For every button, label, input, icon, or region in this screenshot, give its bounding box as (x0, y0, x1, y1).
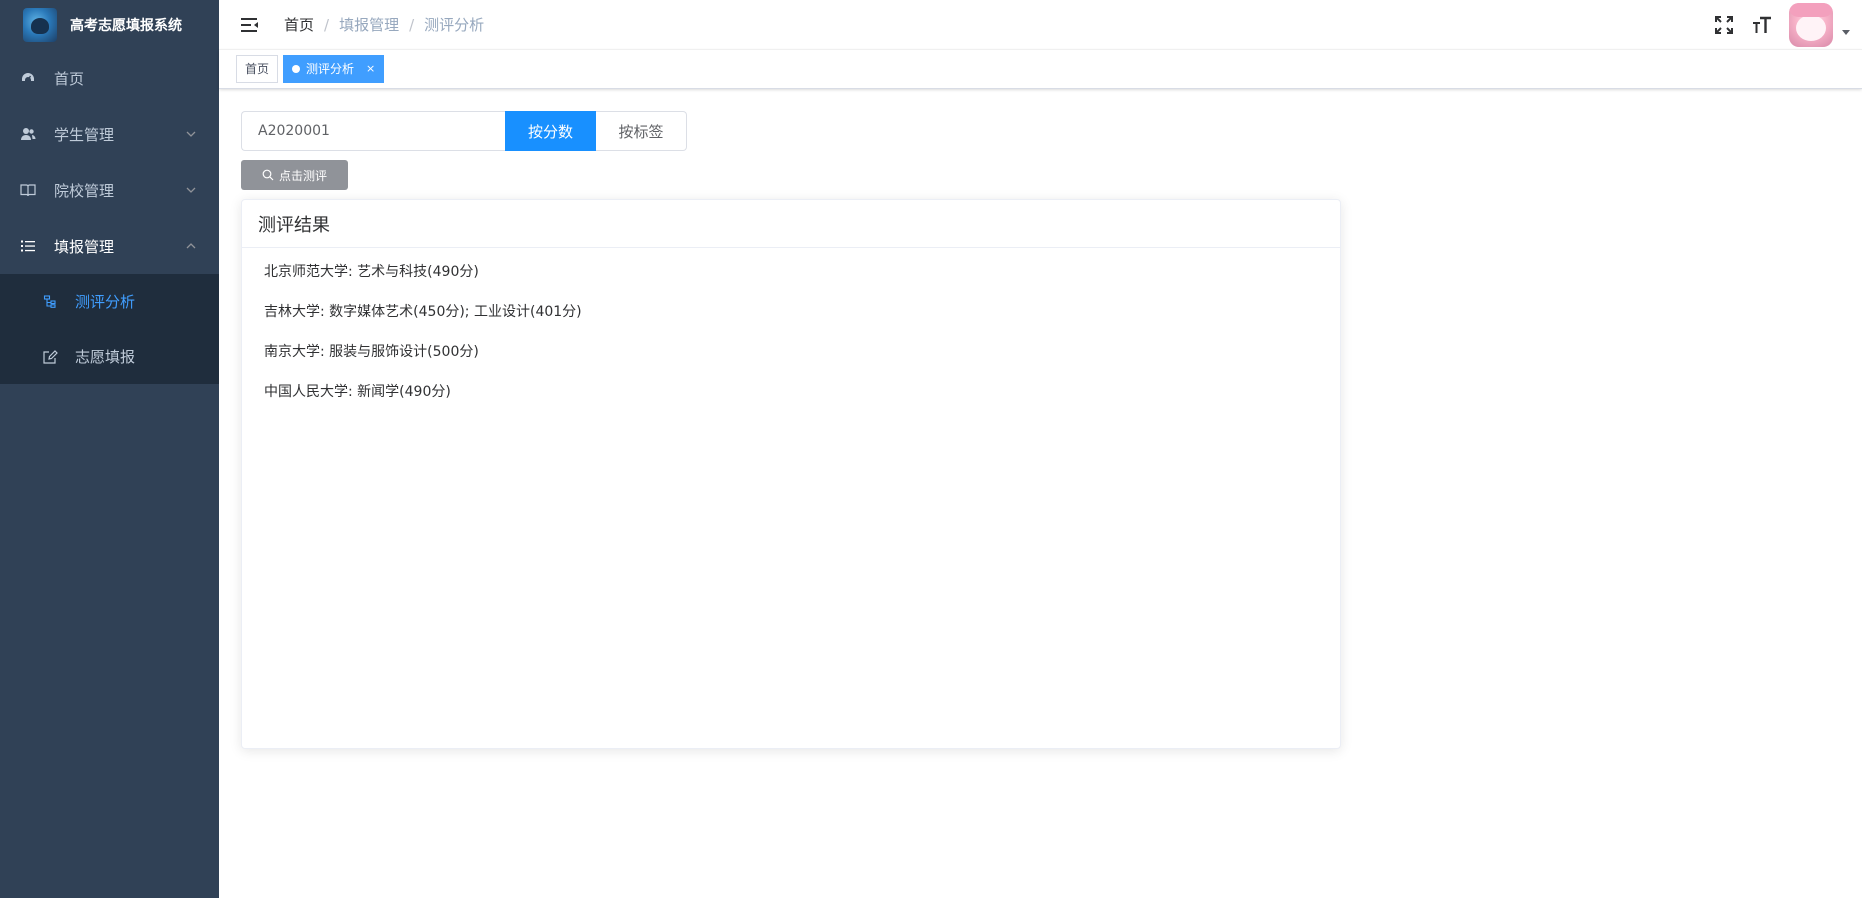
evaluate-button[interactable]: 点击测评 (241, 160, 348, 190)
breadcrumb: 首页 / 填报管理 / 测评分析 (284, 14, 485, 35)
hamburger-icon[interactable] (239, 14, 261, 36)
breadcrumb-item: 填报管理 (339, 16, 400, 34)
tag-label: 测评分析 (306, 62, 355, 76)
sidebar-item-label: 测评分析 (75, 293, 136, 311)
active-dot-icon (292, 65, 301, 73)
sidebar-item-label: 院校管理 (54, 181, 115, 200)
sidebar-item-application[interactable]: 填报管理 (0, 218, 219, 274)
result-list: 北京师范大学: 艺术与科技(490分) 吉林大学: 数字媒体艺术(450分); … (242, 248, 1340, 436)
close-icon[interactable]: × (366, 56, 375, 82)
navbar: 首页 / 填报管理 / 测评分析 (219, 0, 1862, 50)
tree-icon (42, 294, 58, 310)
result-item: 北京师范大学: 艺术与科技(490分) (264, 264, 479, 280)
sidebar-item-fill-in[interactable]: 志愿填报 (0, 329, 219, 384)
book-icon (20, 182, 36, 198)
result-card-title: 测评结果 (242, 200, 1340, 248)
chevron-up-icon (185, 240, 197, 252)
chevron-down-icon (185, 184, 197, 196)
search-icon (262, 169, 274, 181)
submenu-application: 测评分析 志愿填报 (0, 274, 219, 384)
breadcrumb-item: 测评分析 (424, 16, 485, 34)
result-item: 中国人民大学: 新闻学(490分) (264, 384, 451, 400)
logo-image (23, 8, 57, 42)
navbar-right (1713, 0, 1850, 50)
avatar[interactable] (1789, 3, 1833, 47)
result-item: 吉林大学: 数字媒体艺术(450分); 工业设计(401分) (264, 304, 582, 320)
sidebar-item-students[interactable]: 学生管理 (0, 106, 219, 162)
font-size-icon[interactable] (1751, 14, 1773, 36)
sidebar-item-label: 志愿填报 (75, 348, 136, 366)
chevron-down-icon (185, 128, 197, 140)
result-item: 南京大学: 服装与服饰设计(500分) (264, 344, 479, 360)
edit-icon (42, 349, 58, 365)
by-score-button[interactable]: 按分数 (505, 111, 596, 151)
tags-view: 首页 测评分析 × (219, 50, 1862, 89)
fullscreen-icon[interactable] (1713, 14, 1735, 36)
logo[interactable]: 高考志愿填报系统 (0, 0, 219, 50)
dashboard-icon (20, 70, 36, 86)
list-icon (20, 238, 36, 254)
app-title: 高考志愿填报系统 (70, 18, 182, 34)
page-content: 按分数 按标签 点击测评 测评结果 北京师范大学: 艺术与科技(490分) 吉林… (219, 89, 1862, 771)
search-group: 按分数 按标签 (241, 111, 1840, 151)
student-id-input[interactable] (241, 111, 505, 151)
caret-down-icon[interactable] (1842, 29, 1850, 35)
tag-evaluation[interactable]: 测评分析 × (283, 55, 385, 83)
main-area: 首页 / 填报管理 / 测评分析 首页 测评分析 × A2020001 按分数 … (219, 0, 1862, 898)
tag-label: 首页 (245, 62, 270, 76)
evaluate-button-label: 点击测评 (278, 168, 327, 183)
breadcrumb-item[interactable]: 首页 (284, 14, 314, 35)
user-group-icon (20, 126, 36, 142)
sidebar-item-label: 填报管理 (54, 237, 115, 256)
by-tag-button[interactable]: 按标签 (596, 111, 687, 151)
sidebar-item-label: 首页 (54, 69, 85, 88)
sidebar-item-home[interactable]: 首页 (0, 50, 219, 106)
sidebar-item-label: 学生管理 (54, 125, 115, 144)
tag-home[interactable]: 首页 (236, 55, 279, 83)
result-card: 测评结果 北京师范大学: 艺术与科技(490分) 吉林大学: 数字媒体艺术(45… (241, 199, 1341, 749)
sidebar: 高考志愿填报系统 首页 学生管理 院校管理 填报管理 测评分析 志愿填报 (0, 0, 219, 898)
sidebar-item-evaluation[interactable]: 测评分析 (0, 274, 219, 329)
sidebar-item-colleges[interactable]: 院校管理 (0, 162, 219, 218)
